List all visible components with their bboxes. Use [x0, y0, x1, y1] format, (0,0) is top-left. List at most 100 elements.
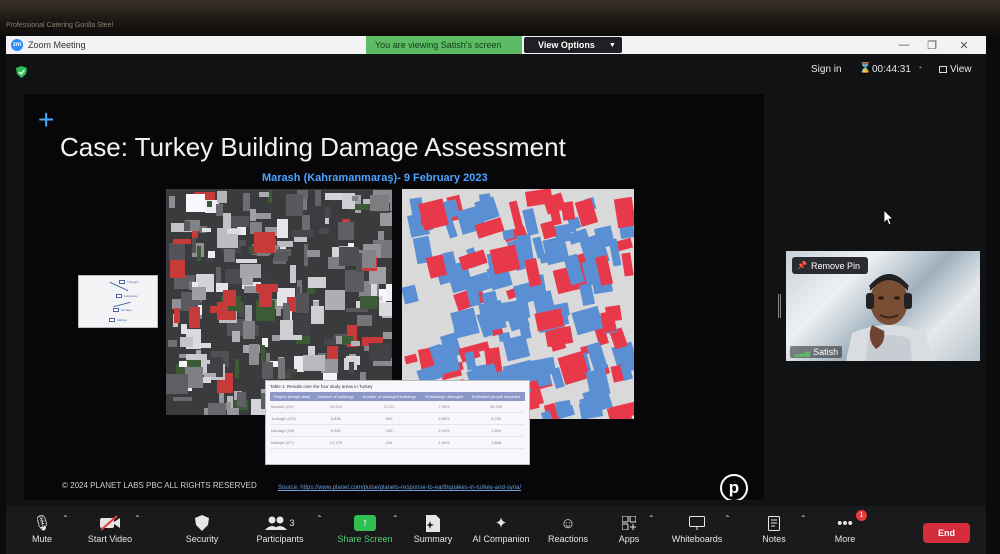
- building-footprint: [404, 353, 418, 365]
- image-texture: [231, 216, 249, 227]
- image-texture: [324, 192, 343, 200]
- notification-badge: 1: [856, 510, 867, 521]
- image-texture: [223, 289, 237, 306]
- chevron-up-icon[interactable]: ⌃: [724, 514, 731, 523]
- minimize-button[interactable]: —: [892, 36, 916, 54]
- image-texture: [167, 339, 177, 348]
- video-off-icon: [84, 512, 136, 534]
- image-texture: [262, 362, 273, 380]
- image-texture: [231, 330, 241, 343]
- sign-in-link[interactable]: Sign in: [811, 64, 842, 75]
- image-texture: [203, 372, 217, 378]
- building-footprint: [560, 200, 576, 221]
- share-screen-button[interactable]: ↑ Share Screen: [336, 512, 394, 544]
- view-options-button[interactable]: View Options ▼: [524, 37, 622, 53]
- building-footprint: [489, 244, 520, 275]
- image-texture: [255, 213, 271, 219]
- image-texture: [351, 341, 360, 346]
- table-header-cell: % buildings damaged: [420, 392, 468, 401]
- image-texture: [227, 305, 240, 312]
- share-screen-icon: ↑: [354, 515, 376, 531]
- image-texture: [302, 355, 325, 371]
- viewing-screen-banner: You are viewing Satish's screen: [366, 36, 522, 54]
- more-label: More: [834, 534, 856, 544]
- whiteboards-button[interactable]: Whiteboards: [666, 512, 728, 544]
- map-marker: [109, 318, 115, 322]
- close-button[interactable]: ✕: [952, 36, 976, 54]
- participant-video-tile[interactable]: 📌 Remove Pin ▂▃▅ Satish: [786, 251, 980, 361]
- chevron-up-icon[interactable]: ⌃: [62, 514, 69, 523]
- ai-companion-button[interactable]: ✦ AI Companion: [468, 512, 534, 544]
- chevron-up-icon[interactable]: ⌃: [648, 514, 655, 523]
- table-body: Marash (2/9) 43,510 3,221 7.40% 96,330 Turkog…: [270, 401, 525, 449]
- summary-icon: [410, 512, 456, 534]
- image-texture: [293, 314, 310, 335]
- start-video-button[interactable]: Start Video: [84, 512, 136, 544]
- image-texture: [234, 359, 239, 379]
- table-cell: 12,176: [314, 436, 358, 449]
- remove-pin-button[interactable]: 📌 Remove Pin: [792, 257, 868, 274]
- participant-video: [846, 274, 932, 361]
- table-cell: Islahiye (2/7): [270, 436, 315, 449]
- image-texture: [338, 221, 355, 241]
- building-footprint: [449, 307, 480, 339]
- view-button[interactable]: View: [939, 64, 972, 75]
- table-cell: 133: [357, 424, 421, 437]
- chevron-up-icon[interactable]: ⌃: [800, 514, 807, 523]
- table-cell: 1.90%: [420, 436, 468, 449]
- window-titlebar: zm Zoom Meeting You are viewing Satish's…: [6, 36, 986, 54]
- image-texture: [357, 315, 372, 326]
- image-texture: [226, 229, 242, 235]
- table-header-cell: Estimated people impacted: [467, 392, 525, 401]
- table-cell: 6,361: [314, 424, 358, 437]
- encryption-shield-icon[interactable]: [16, 66, 27, 78]
- image-texture: [180, 337, 194, 347]
- security-button[interactable]: Security: [182, 512, 222, 544]
- table-cell: 7.40%: [420, 401, 468, 413]
- view-label: View: [950, 64, 972, 75]
- notes-button[interactable]: Notes: [756, 512, 792, 544]
- participants-button[interactable]: 3 Participants: [254, 512, 306, 544]
- security-label: Security: [185, 534, 219, 544]
- building-footprint: [554, 399, 572, 417]
- map-label: Turkoglu: [127, 280, 139, 284]
- chevron-up-icon[interactable]: ⌃: [134, 514, 141, 523]
- participants-label: Participants: [256, 534, 304, 544]
- image-texture: [277, 218, 288, 238]
- window-title: Zoom Meeting: [28, 40, 86, 50]
- building-footprint: [402, 284, 420, 305]
- image-texture: [254, 231, 275, 254]
- apps-icon: [614, 512, 644, 534]
- table-cell: 234: [357, 436, 421, 449]
- image-texture: [286, 194, 304, 217]
- image-texture: [169, 195, 176, 208]
- share-screen-label: Share Screen: [337, 534, 393, 544]
- image-texture: [282, 369, 298, 374]
- image-texture: [307, 250, 321, 257]
- table-cell: 1,868: [467, 436, 525, 449]
- summary-button[interactable]: Summary: [410, 512, 456, 544]
- microphone-icon: 🎙: [32, 515, 52, 532]
- participant-name: Satish: [813, 347, 839, 357]
- chevron-up-icon[interactable]: ⌃: [392, 514, 399, 523]
- restore-button[interactable]: ❐: [920, 36, 944, 54]
- end-meeting-button[interactable]: End: [923, 523, 970, 543]
- chevron-up-icon[interactable]: ⌃: [316, 514, 323, 523]
- zoom-logo-icon: zm: [11, 39, 23, 51]
- gallery-resize-handle[interactable]: [778, 294, 781, 318]
- image-texture: [238, 239, 246, 247]
- mute-button[interactable]: 🎙 Mute: [26, 512, 58, 544]
- source-link[interactable]: Source: https://www.planet.com/pulse/pla…: [278, 485, 521, 491]
- image-texture: [318, 228, 329, 235]
- more-button[interactable]: ••• 1 More: [828, 510, 867, 544]
- image-texture: [244, 304, 252, 321]
- image-texture: [383, 331, 392, 340]
- image-texture: [195, 342, 211, 349]
- more-dots-icon: ••• 1: [828, 510, 867, 534]
- table-row: Islahiye (2/7) 12,176 234 1.90% 1,868: [270, 436, 525, 449]
- map-line: [113, 301, 131, 308]
- reactions-button[interactable]: ☺ Reactions: [544, 512, 592, 545]
- image-texture: [292, 230, 314, 237]
- image-texture: [378, 295, 384, 301]
- apps-button[interactable]: Apps: [614, 512, 644, 544]
